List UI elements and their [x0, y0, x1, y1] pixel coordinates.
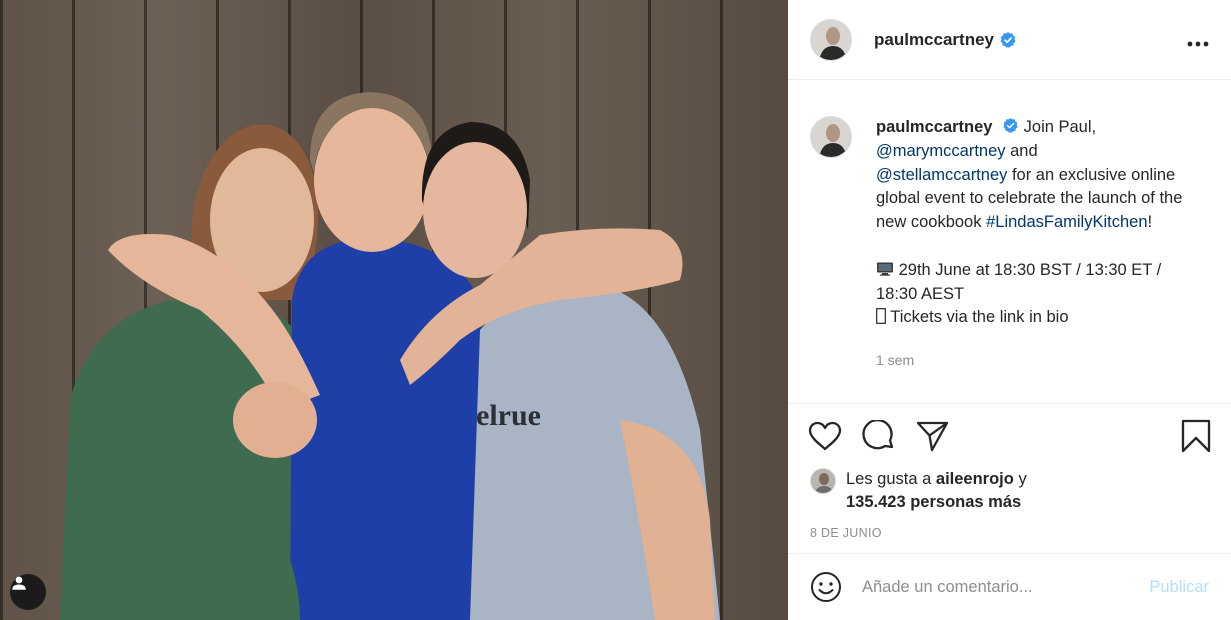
verified-badge-icon [1003, 118, 1018, 133]
post-date[interactable]: 8 DE JUNIO [788, 526, 1231, 554]
add-comment-bar: Añade un comentario... Publicar [788, 553, 1231, 620]
computer-icon [877, 262, 893, 276]
likes-count[interactable]: 135.423 personas más [846, 493, 1021, 511]
caption-section: paulmccartney Join Paul, @marymccartney … [788, 80, 1231, 404]
author-username[interactable]: paulmccartney [874, 30, 994, 50]
hashtag-lindasfamilykitchen[interactable]: #LindasFamilyKitchen [986, 213, 1147, 231]
tagged-users-button[interactable] [10, 574, 46, 610]
post-side-panel: paulmccartney paulmccartney Join Paul, @… [788, 0, 1231, 620]
photo-illustration: elrue [60, 92, 720, 620]
author-avatar[interactable] [810, 18, 852, 61]
more-options-button[interactable] [1187, 29, 1209, 51]
post-header: paulmccartney [788, 0, 1231, 80]
emoji-icon [811, 572, 841, 602]
share-button[interactable] [916, 420, 950, 452]
heart-icon [808, 421, 842, 451]
caption-author-avatar[interactable] [810, 116, 852, 158]
likes-and: y [1013, 470, 1027, 488]
save-button[interactable] [1181, 419, 1211, 453]
ticket-icon [876, 308, 886, 325]
likes-section: Les gusta a aileenrojo y 135.423 persona… [788, 468, 1231, 514]
post-photo[interactable]: elrue [0, 0, 788, 620]
event-time-text: 29th June at 18:30 BST / 13:30 ET / 18:3… [876, 260, 1162, 303]
avatar-image [811, 117, 851, 157]
caption-text-4: ! [1147, 213, 1153, 232]
comment-icon [862, 420, 894, 450]
caption-username[interactable]: paulmccartney [876, 118, 992, 136]
like-button[interactable] [808, 421, 842, 451]
liker-avatar[interactable] [810, 468, 836, 494]
likes-summary: Les gusta a aileenrojo y 135.423 persona… [846, 468, 1027, 514]
post-caption: paulmccartney Join Paul, @marymccartney … [876, 116, 1196, 403]
bookmark-icon [1181, 419, 1211, 453]
more-horizontal-icon [1187, 41, 1209, 46]
mention-marymccartney[interactable]: @marymccartney [876, 142, 1006, 160]
verified-badge-icon [1000, 31, 1016, 48]
avatar-image [811, 19, 851, 60]
svg-text:elrue: elrue [476, 399, 541, 432]
caption-text-1: Join Paul, [1019, 118, 1097, 136]
emoji-button[interactable] [810, 571, 842, 603]
user-icon [12, 576, 26, 590]
tickets-text: Tickets via the link in bio [890, 308, 1069, 327]
comment-button[interactable] [862, 420, 896, 452]
likes-prefix: Les gusta a [846, 470, 936, 488]
post-actions-bar [788, 404, 1231, 468]
comment-input[interactable]: Añade un comentario... [862, 578, 1149, 597]
avatar-image [811, 469, 835, 493]
caption-text-2: and [1005, 141, 1038, 160]
mention-stellamccartney[interactable]: @stellamccartney [876, 166, 1007, 184]
liker-username[interactable]: aileenrojo [936, 470, 1014, 488]
publish-button[interactable]: Publicar [1149, 578, 1209, 597]
caption-time-ago: 1 sem [876, 352, 915, 369]
send-icon [916, 421, 949, 452]
